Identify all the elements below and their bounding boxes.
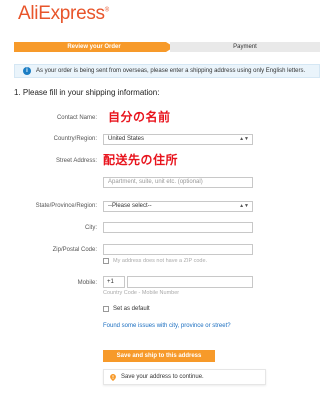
save-and-ship-button[interactable]: Save and ship to this address [103, 350, 215, 362]
checkout-steps: Review your Order Payment [14, 42, 320, 52]
map-pin-icon [110, 373, 116, 381]
info-icon: i [23, 67, 31, 75]
save-tip: Save your address to continue. [103, 369, 266, 385]
mobile-number-input[interactable] [127, 276, 253, 288]
mobile-label: Mobile: [77, 280, 97, 286]
state-label: State/Province/Region: [35, 203, 97, 209]
step-payment: Payment [170, 42, 320, 52]
street-address-line2-input[interactable]: Apartment, suite, unit etc. (optional) [103, 177, 253, 188]
country-code-input[interactable]: +1 [103, 276, 125, 288]
step-review-order: Review your Order [14, 42, 174, 52]
chevron-updown-icon: ▲▼ [239, 136, 249, 142]
set-default-row[interactable]: Set as default [103, 306, 150, 312]
contact-name-overlay: 自分の名前 [108, 110, 171, 124]
zip-label: Zip/Postal Code: [52, 247, 97, 253]
aliexpress-logo[interactable]: AliExpress® [18, 3, 109, 25]
city-input[interactable] [103, 222, 253, 233]
no-zip-row[interactable]: My address does not have a ZIP code. [103, 258, 207, 264]
state-select[interactable]: --Please select-- ▲▼ [103, 201, 253, 212]
street-address-label: Street Address: [55, 158, 97, 164]
address-issues-link[interactable]: Found some issues with city, province or… [103, 323, 231, 329]
overseas-notice: i As your order is being sent from overs… [14, 64, 320, 78]
street-address-overlay: 配送先の住所 [103, 153, 179, 167]
city-label: City: [85, 225, 97, 231]
notice-text: As your order is being sent from oversea… [36, 68, 306, 74]
mobile-hint: Country Code - Mobile Number [103, 290, 180, 296]
chevron-updown-icon: ▲▼ [239, 203, 249, 209]
zip-input[interactable] [103, 244, 253, 255]
contact-name-label: Contact Name: [56, 115, 97, 121]
no-zip-checkbox[interactable] [103, 258, 109, 264]
country-select[interactable]: United States ▲▼ [103, 134, 253, 145]
country-label: Country/Region: [53, 136, 97, 142]
set-default-checkbox[interactable] [103, 306, 109, 312]
section-title: 1. Please fill in your shipping informat… [14, 88, 160, 97]
